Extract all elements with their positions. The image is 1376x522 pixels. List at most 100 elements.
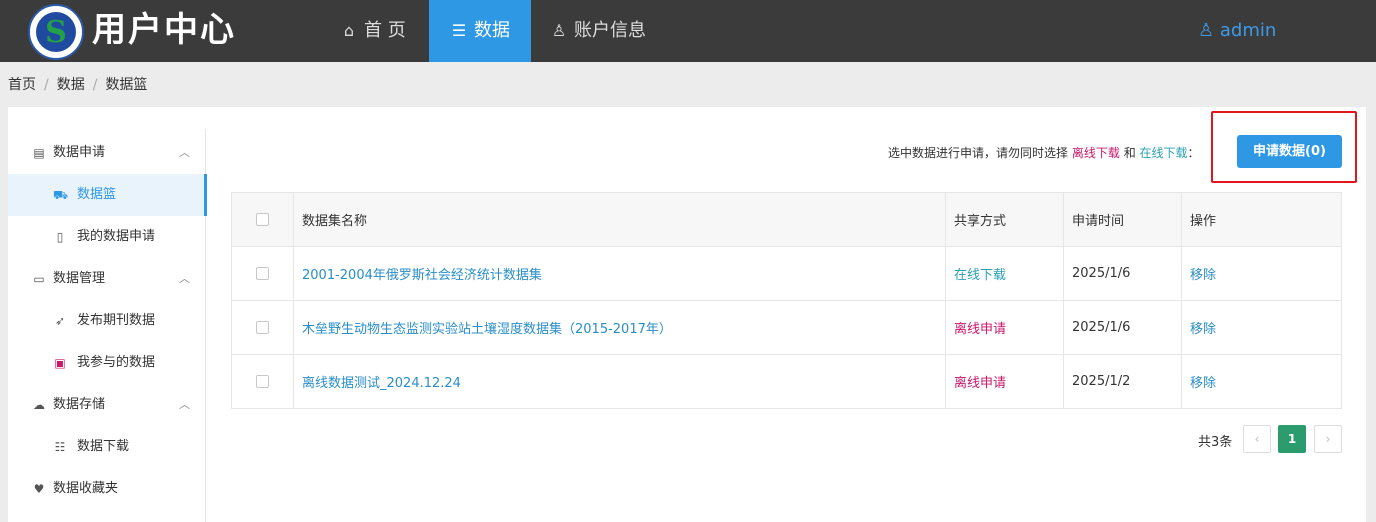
monitor-icon: ▭ (33, 272, 45, 286)
chevron-left-icon: ‹ (1254, 432, 1260, 446)
action-cell: 移除 (1181, 300, 1342, 355)
pager-total: 共3条 (1198, 435, 1233, 450)
notice-suffix: ： (1187, 146, 1200, 160)
sidebar-group-data-apply[interactable]: ▤ 数据申请 ︿ (8, 132, 206, 174)
remove-link[interactable]: 移除 (1190, 322, 1216, 337)
logo-emblem-icon: S (36, 12, 76, 52)
nav-account[interactable]: ♙ 账户信息 (550, 0, 670, 62)
breadcrumb-data[interactable]: 数据 (57, 77, 85, 93)
row-select-cell (231, 354, 294, 409)
table-row: 木垒野生动物生态监测实验站土壤湿度数据集（2015-2017年） 离线申请 20… (231, 300, 1342, 355)
action-cell: 移除 (1181, 246, 1342, 301)
sidebar-group-data-manage[interactable]: ▭ 数据管理 ︿ (8, 258, 206, 300)
sidebar-item-download[interactable]: ☷ 数据下载 (8, 426, 206, 468)
nav-home[interactable]: ⌂ 首 页 (340, 0, 426, 62)
nav-account-label: 账户信息 (574, 20, 646, 41)
brand-title: 用户中心 (92, 10, 236, 50)
home-icon: ⌂ (343, 21, 355, 40)
cloud-icon: ☁ (33, 398, 45, 412)
logo[interactable]: S (28, 4, 84, 60)
sidebar-item-label: 我的数据申请 (77, 229, 156, 244)
column-header-share: 共享方式 (945, 192, 1064, 247)
sidebar-item-my-applications[interactable]: ▯ 我的数据申请 (8, 216, 206, 258)
apply-notice: 选中数据进行申请，请勿同时选择 离线下载 和 在线下载： (888, 145, 1200, 161)
apply-time-cell: 2025/1/2 (1063, 354, 1182, 409)
user-menu[interactable]: ♙ admin (1198, 0, 1276, 62)
breadcrumb-home[interactable]: 首页 (8, 77, 36, 93)
breadcrumb-current: 数据篮 (105, 77, 148, 93)
wallet-icon: ▣ (54, 356, 66, 370)
basket-table: 数据集名称 共享方式 申请时间 操作 2001-2004年俄罗斯社会经济统计数据… (231, 192, 1342, 409)
chevron-right-icon: › (1325, 432, 1331, 446)
dataset-name-cell: 离线数据测试_2024.12.24 (293, 354, 946, 409)
table-header-row: 数据集名称 共享方式 申请时间 操作 (231, 192, 1342, 247)
sidebar-item-basket[interactable]: ⛟ 数据篮 (8, 174, 207, 216)
pager-page-1[interactable]: 1 (1278, 425, 1306, 453)
sidebar-group-label: 数据申请 (53, 145, 106, 160)
apply-data-button[interactable]: 申请数据(0) (1237, 135, 1342, 168)
sidebar-item-label: 数据篮 (77, 187, 117, 202)
table-row: 离线数据测试_2024.12.24 离线申请 2025/1/2 移除 (231, 354, 1342, 409)
pager-next-button[interactable]: › (1314, 425, 1342, 453)
dataset-name-link[interactable]: 离线数据测试_2024.12.24 (302, 376, 461, 391)
notice-offline: 离线下载 (1071, 146, 1120, 160)
select-all-cell (231, 192, 294, 247)
content-panel: ▤ 数据申请 ︿ ⛟ 数据篮 ▯ 我的数据申请 ▭ 数据管理 ︿ ➶ 发布期刊数… (8, 107, 1366, 522)
sidebar-group-label: 数据收藏夹 (53, 481, 119, 496)
column-header-name: 数据集名称 (293, 192, 946, 247)
sidebar-item-participated[interactable]: ▣ 我参与的数据 (8, 342, 206, 384)
file-list-icon: ☷ (54, 440, 66, 454)
sidebar-group-label: 数据存储 (53, 397, 106, 412)
action-cell: 移除 (1181, 354, 1342, 409)
sidebar-item-label: 发布期刊数据 (77, 313, 156, 328)
sidebar-group-favorites[interactable]: ♥ 数据收藏夹 (8, 468, 206, 510)
chevron-up-icon: ︿ (179, 146, 190, 159)
row-select-cell (231, 300, 294, 355)
document-icon: ▯ (56, 230, 64, 244)
dataset-name-cell: 木垒野生动物生态监测实验站土壤湿度数据集（2015-2017年） (293, 300, 946, 355)
row-checkbox[interactable] (256, 267, 269, 280)
notice-online: 在线下载 (1139, 146, 1188, 160)
share-method-cell: 离线申请 (945, 354, 1064, 409)
chevron-up-icon: ︿ (179, 398, 190, 411)
share-method-cell: 离线申请 (945, 300, 1064, 355)
list-icon: ☰ (451, 21, 467, 40)
sidebar-item-label: 数据下载 (77, 439, 130, 454)
apply-time-cell: 2025/1/6 (1063, 300, 1182, 355)
clipboard-icon: ▤ (33, 146, 45, 160)
table-row: 2001-2004年俄罗斯社会经济统计数据集 在线下载 2025/1/6 移除 (231, 246, 1342, 301)
sidebar-group-data-storage[interactable]: ☁ 数据存储 ︿ (8, 384, 206, 426)
chevron-up-icon: ︿ (179, 272, 190, 285)
nav-data-label: 数据 (474, 20, 510, 41)
row-checkbox[interactable] (256, 375, 269, 388)
heart-icon: ♥ (33, 482, 45, 496)
select-all-checkbox[interactable] (256, 213, 269, 226)
row-checkbox[interactable] (256, 321, 269, 334)
sidebar: ▤ 数据申请 ︿ ⛟ 数据篮 ▯ 我的数据申请 ▭ 数据管理 ︿ ➶ 发布期刊数… (8, 129, 207, 522)
dataset-name-cell: 2001-2004年俄罗斯社会经济统计数据集 (293, 246, 946, 301)
remove-link[interactable]: 移除 (1190, 268, 1216, 283)
sidebar-item-label: 我参与的数据 (77, 355, 156, 370)
nav-home-label: 首 页 (364, 20, 406, 41)
user-name: admin (1219, 20, 1277, 41)
share-method-cell: 在线下载 (945, 246, 1064, 301)
sidebar-group-label: 数据管理 (53, 271, 106, 286)
remove-link[interactable]: 移除 (1190, 376, 1216, 391)
user-icon: ♙ (551, 21, 567, 40)
row-select-cell (231, 246, 294, 301)
apply-time-cell: 2025/1/6 (1063, 246, 1182, 301)
user-icon: ♙ (1198, 20, 1220, 41)
column-header-action: 操作 (1181, 192, 1342, 247)
top-bar: S 用户中心 ⌂ 首 页 ☰ 数据 ♙ 账户信息 ♙ admin (0, 0, 1376, 62)
dataset-name-link[interactable]: 木垒野生动物生态监测实验站土壤湿度数据集（2015-2017年） (302, 322, 672, 337)
pager-prev-button[interactable]: ‹ (1243, 425, 1271, 453)
cart-icon: ⛟ (53, 188, 69, 202)
rocket-icon: ➶ (54, 314, 66, 328)
nav-data[interactable]: ☰ 数据 (429, 0, 531, 62)
notice-text: 选中数据进行申请，请勿同时选择 (888, 146, 1069, 160)
notice-and: 和 (1123, 146, 1136, 160)
breadcrumb: 首页 / 数据 / 数据篮 (8, 77, 148, 93)
sidebar-item-publish-journal[interactable]: ➶ 发布期刊数据 (8, 300, 206, 342)
column-header-time: 申请时间 (1063, 192, 1182, 247)
dataset-name-link[interactable]: 2001-2004年俄罗斯社会经济统计数据集 (302, 268, 542, 283)
